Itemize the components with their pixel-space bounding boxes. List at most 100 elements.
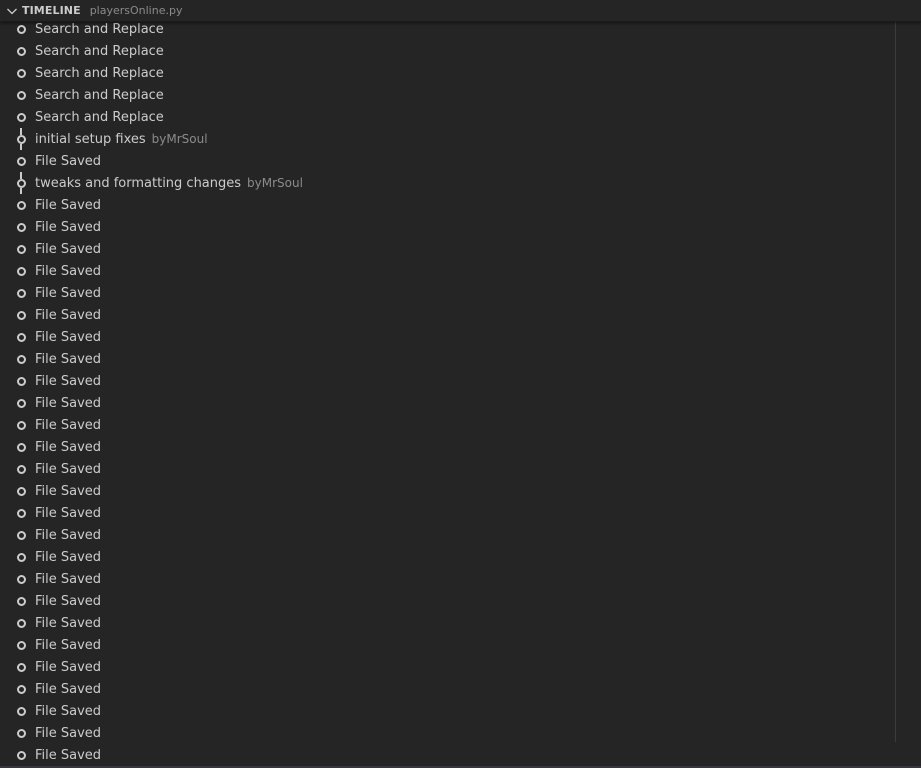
timeline-title: TIMELINE (22, 4, 81, 17)
timeline-item-author: byMrSoul (151, 132, 208, 146)
timeline-item-author: byMrSoul (247, 176, 303, 190)
circle-outline-icon (16, 348, 26, 370)
timeline-panel: TIMELINE playersOnline.py Search and Rep… (0, 0, 921, 768)
timeline-item-label: File Saved (35, 571, 102, 587)
chevron-down-icon[interactable] (4, 3, 20, 19)
timeline-item[interactable]: File Saved (0, 260, 921, 282)
timeline-item-label: File Saved (35, 527, 102, 543)
timeline-item[interactable]: File Saved (0, 502, 921, 524)
timeline-item-label: File Saved (35, 417, 102, 433)
timeline-item-label: File Saved (35, 351, 102, 367)
circle-outline-icon (16, 238, 26, 260)
timeline-item[interactable]: File Saved (0, 612, 921, 634)
scrollbar-track[interactable] (895, 22, 896, 742)
timeline-item[interactable]: File Saved (0, 590, 921, 612)
circle-outline-icon (16, 194, 26, 216)
timeline-item-label: Search and Replace (35, 87, 164, 103)
circle-outline-icon (16, 700, 26, 722)
circle-outline-icon (16, 216, 26, 238)
circle-outline-icon (16, 524, 26, 546)
timeline-item[interactable]: File Saved (0, 656, 921, 678)
timeline-item[interactable]: File Saved (0, 194, 921, 216)
circle-outline-icon (16, 414, 26, 436)
timeline-item[interactable]: File Saved (0, 744, 921, 766)
circle-outline-icon (16, 568, 26, 590)
circle-outline-icon (16, 634, 26, 656)
timeline-item[interactable]: File Saved (0, 348, 921, 370)
timeline-item[interactable]: File Saved (0, 238, 921, 260)
timeline-item[interactable]: Search and Replace (0, 84, 921, 106)
timeline-item[interactable]: Search and Replace (0, 40, 921, 62)
timeline-item[interactable]: Search and Replace (0, 62, 921, 84)
timeline-file-name: playersOnline.py (89, 4, 183, 17)
circle-outline-icon (16, 150, 26, 172)
timeline-item-label: File Saved (35, 285, 102, 301)
circle-outline-icon (16, 722, 26, 744)
circle-outline-icon (16, 304, 26, 326)
timeline-item-label: initial setup fixes (35, 131, 146, 147)
circle-outline-icon (16, 326, 26, 348)
circle-outline-icon (16, 84, 26, 106)
timeline-list: Search and Replace Search and Replace Sear… (0, 18, 921, 768)
timeline-item[interactable]: File Saved (0, 480, 921, 502)
circle-outline-icon (16, 106, 26, 128)
git-commit-icon (16, 128, 26, 150)
timeline-item[interactable]: File Saved (0, 546, 921, 568)
timeline-item-label: File Saved (35, 307, 102, 323)
timeline-item-label: File Saved (35, 395, 102, 411)
timeline-item[interactable]: File Saved (0, 370, 921, 392)
circle-outline-icon (16, 656, 26, 678)
timeline-item-label: File Saved (35, 483, 102, 499)
timeline-item[interactable]: File Saved (0, 282, 921, 304)
timeline-item-label: Search and Replace (35, 21, 164, 37)
timeline-item-label: File Saved (35, 153, 102, 169)
timeline-item[interactable]: initial setup fixes byMrSoul (0, 128, 921, 150)
timeline-item[interactable]: File Saved (0, 458, 921, 480)
timeline-item[interactable]: File Saved (0, 150, 921, 172)
timeline-item[interactable]: File Saved (0, 524, 921, 546)
circle-outline-icon (16, 744, 26, 766)
circle-outline-icon (16, 40, 26, 62)
timeline-item[interactable]: File Saved (0, 414, 921, 436)
timeline-item-label: File Saved (35, 373, 102, 389)
timeline-item-label: File Saved (35, 637, 102, 653)
circle-outline-icon (16, 436, 26, 458)
timeline-item[interactable]: File Saved (0, 678, 921, 700)
timeline-item-label: File Saved (35, 505, 102, 521)
circle-outline-icon (16, 392, 26, 414)
timeline-item-label: File Saved (35, 549, 102, 565)
timeline-item[interactable]: File Saved (0, 436, 921, 458)
circle-outline-icon (16, 458, 26, 480)
timeline-item-label: File Saved (35, 439, 102, 455)
timeline-item-label: Search and Replace (35, 43, 164, 59)
timeline-item[interactable]: tweaks and formatting changes byMrSoul (0, 172, 921, 194)
timeline-item-label: File Saved (35, 219, 102, 235)
timeline-item-label: File Saved (35, 703, 102, 719)
git-commit-icon (16, 172, 26, 194)
timeline-item-label: File Saved (35, 725, 102, 741)
timeline-item[interactable]: Search and Replace (0, 106, 921, 128)
timeline-item-label: File Saved (35, 681, 102, 697)
timeline-item-label: File Saved (35, 461, 102, 477)
timeline-item-label: Search and Replace (35, 109, 164, 125)
timeline-item-label: Search and Replace (35, 65, 164, 81)
timeline-item[interactable]: File Saved (0, 722, 921, 744)
circle-outline-icon (16, 502, 26, 524)
circle-outline-icon (16, 678, 26, 700)
timeline-header[interactable]: TIMELINE playersOnline.py (0, 0, 921, 22)
circle-outline-icon (16, 282, 26, 304)
timeline-item[interactable]: File Saved (0, 568, 921, 590)
circle-outline-icon (16, 370, 26, 392)
timeline-item[interactable]: File Saved (0, 326, 921, 348)
timeline-item-label: tweaks and formatting changes (35, 175, 242, 191)
timeline-item-label: File Saved (35, 615, 102, 631)
timeline-item[interactable]: File Saved (0, 700, 921, 722)
timeline-item[interactable]: File Saved (0, 634, 921, 656)
circle-outline-icon (16, 260, 26, 282)
timeline-item[interactable]: File Saved (0, 392, 921, 414)
circle-outline-icon (16, 62, 26, 84)
timeline-item-label: File Saved (35, 241, 102, 257)
timeline-item[interactable]: File Saved (0, 304, 921, 326)
timeline-item[interactable]: File Saved (0, 216, 921, 238)
circle-outline-icon (16, 590, 26, 612)
